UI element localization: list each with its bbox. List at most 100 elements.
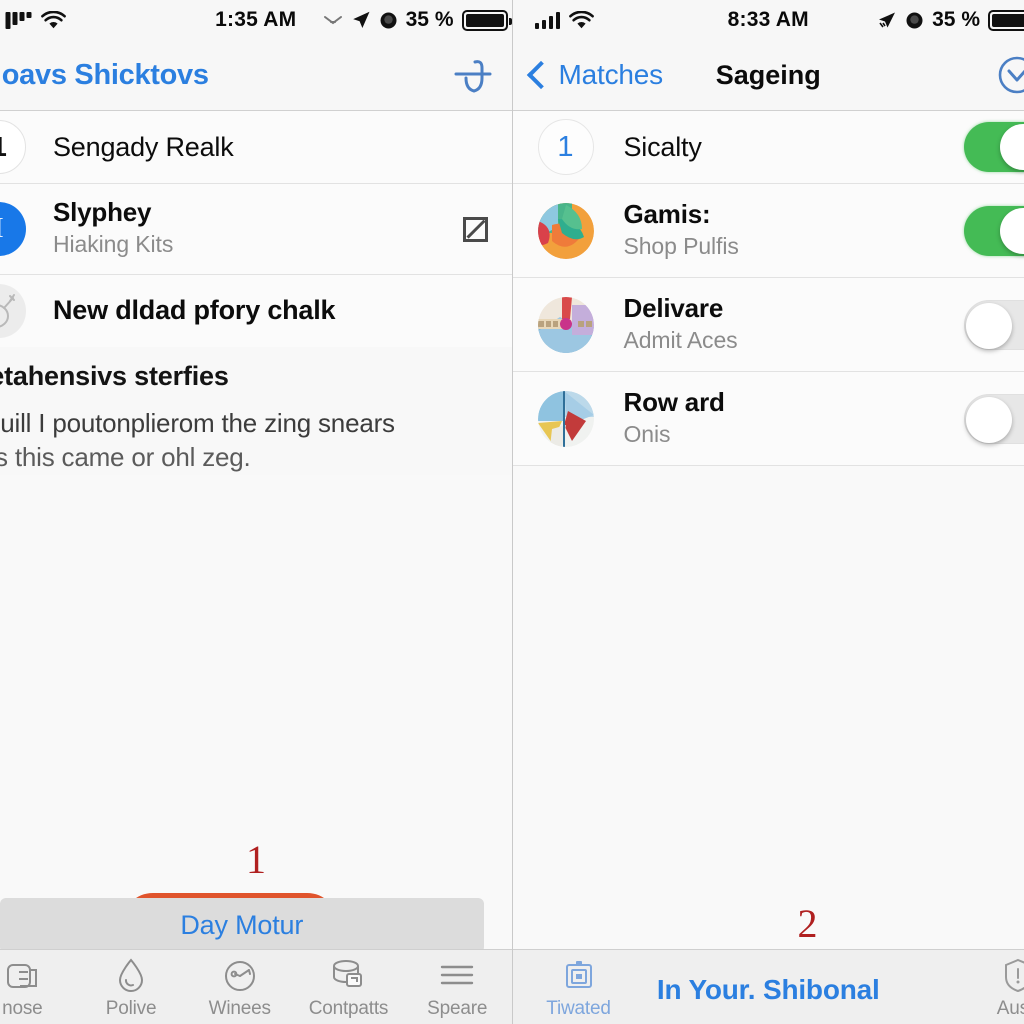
toggle-switch[interactable] [964,122,1024,172]
right-status-bar: 8:33 AM 35 % [512,0,1024,40]
row-title: Slyphey [53,197,152,228]
row-subtitle: Admit Aces [623,326,738,353]
toggle-switch[interactable] [964,393,1024,444]
toggle-switch[interactable] [964,205,1024,256]
row-body: Gamis: Shop Pulfis [594,198,965,262]
table-row[interactable]: 1 Sicalty [512,111,1024,184]
shield-alert-icon [1000,955,1024,995]
row-body: Row ard Onis [594,386,965,450]
toggle-knob [1000,207,1024,254]
row-title: Sengady Realk [53,131,234,162]
toggle-knob [966,302,1012,349]
back-button-label: Matches [558,59,664,90]
avatar-initial: I [0,202,26,256]
row-body: Delivare Admit Aces [594,292,965,356]
paragraph-heading: letahensivs sterfies [0,361,229,391]
frame-icon [561,955,597,995]
tab-nose[interactable]: nose [0,950,77,1024]
paragraph-line-2: ts this came or ohl zeg. [0,442,251,473]
paragraph-line-1: buill I poutonplierom the zing snears [0,408,395,438]
row-body: New dldad pfory chalk [26,295,488,326]
row-body: Sicalty [594,132,965,163]
tab-label: nose [2,997,43,1019]
annotation-number-2: 2 [797,901,818,946]
row-trailing[interactable] [462,216,512,242]
avatar-image [537,390,594,447]
clock-icon [222,955,258,995]
battery-full-icon [461,9,512,31]
tab-ausu[interactable]: Ausu [978,950,1024,1024]
tab-label: Contpatts [308,997,389,1019]
tab-polive[interactable]: Polive [77,950,186,1024]
left-bottom-toolbar[interactable]: Day Motur [0,898,484,953]
layers-icon [5,955,39,995]
row-subtitle: Shop Pulfis [623,232,739,259]
status-time: 8:33 AM [727,8,809,31]
table-row[interactable]: I Slyphey Hiaking Kits [0,184,512,275]
avatar-image [537,202,594,259]
toolbar-link-label: Day Motur [180,910,304,940]
tab-label: Ausu [996,997,1024,1019]
row-avatar: I [0,202,26,256]
left-nav-bar: loavs Shicktovs [0,40,512,111]
circle-chevron-down-icon [998,56,1024,94]
avatar-image [537,296,594,353]
back-button[interactable]: Matches [513,59,663,91]
toggle-knob [1000,124,1024,170]
annotation-number-1: 1 [246,837,266,882]
right-screen: 8:33 AM 35 % Matches Sageing 1 Sicalty G… [512,0,1024,1024]
toggle-knob [966,396,1012,443]
table-row[interactable]: 1 Sengady Realk [0,111,512,184]
table-row[interactable]: Row ard Onis [512,372,1024,466]
tab-label: Winees [208,997,271,1019]
balloon-glyph-icon [0,294,15,328]
row-trailing[interactable] [964,299,1024,350]
right-list: 1 Sicalty Gamis: Shop Pulfis Delivare Ad… [512,111,1024,466]
tab-contpatts[interactable]: Contpatts [294,950,403,1024]
box-slash-icon [462,216,488,242]
row-title: Sicalty [623,131,702,162]
row-avatar: 1 [0,120,26,174]
row-title: Row ard [623,386,725,417]
right-nav-action[interactable] [994,52,1024,98]
row-avatar [537,296,594,353]
tab-tiwated[interactable]: Tiwated [535,950,623,1024]
row-avatar: 1 [537,119,594,175]
row-trailing[interactable] [964,205,1024,256]
avatar-number: 1 [537,119,594,175]
row-title: Gamis: [623,198,711,229]
row-body: Sengady Realk [26,132,488,163]
row-title: Delivare [623,292,724,323]
row-trailing[interactable] [964,122,1024,172]
row-subtitle: Hiaking Kits [53,231,174,257]
row-avatar [0,284,26,338]
status-time: 1:35 AM [215,8,297,31]
avatar-number: 1 [0,120,26,174]
tab-winees[interactable]: Winees [185,950,294,1024]
table-row[interactable]: Gamis: Shop Pulfis [512,184,1024,278]
table-row[interactable]: New dldad pfory chalk [0,275,512,347]
left-nav-action[interactable] [450,52,512,98]
tab-label: Polive [105,997,157,1019]
tab-speare[interactable]: Speare [403,950,512,1024]
avatar-glyph [0,284,26,338]
chevron-left-icon [526,60,555,90]
table-row[interactable]: Delivare Admit Aces [512,278,1024,372]
row-avatar [537,390,594,447]
toggle-switch[interactable] [964,299,1024,350]
left-nav-title: loavs Shicktovs [0,58,209,91]
left-screen: 1:35 AM 35 % loavs Shicktovs Sengady Rea… [0,0,513,1024]
battery-full-icon [988,9,1024,31]
tab-label: Speare [427,997,488,1019]
dual-screenshot-container: 1:35 AM 35 % loavs Shicktovs Sengady Rea… [0,0,1024,1024]
tab-label: Tiwated [546,997,611,1019]
middle-link[interactable]: In Your. Shibonal [657,974,880,1006]
row-trailing[interactable] [964,393,1024,444]
row-avatar [537,202,594,259]
menu-icon [439,955,475,995]
row-subtitle: Onis [623,420,671,447]
row-body: Slyphey Hiaking Kits [26,197,463,260]
database-icon [330,955,366,995]
left-tab-bar: nose Polive Winees Contpatts Speare [0,949,512,1024]
right-nav-bar: Matches Sageing [512,40,1024,111]
